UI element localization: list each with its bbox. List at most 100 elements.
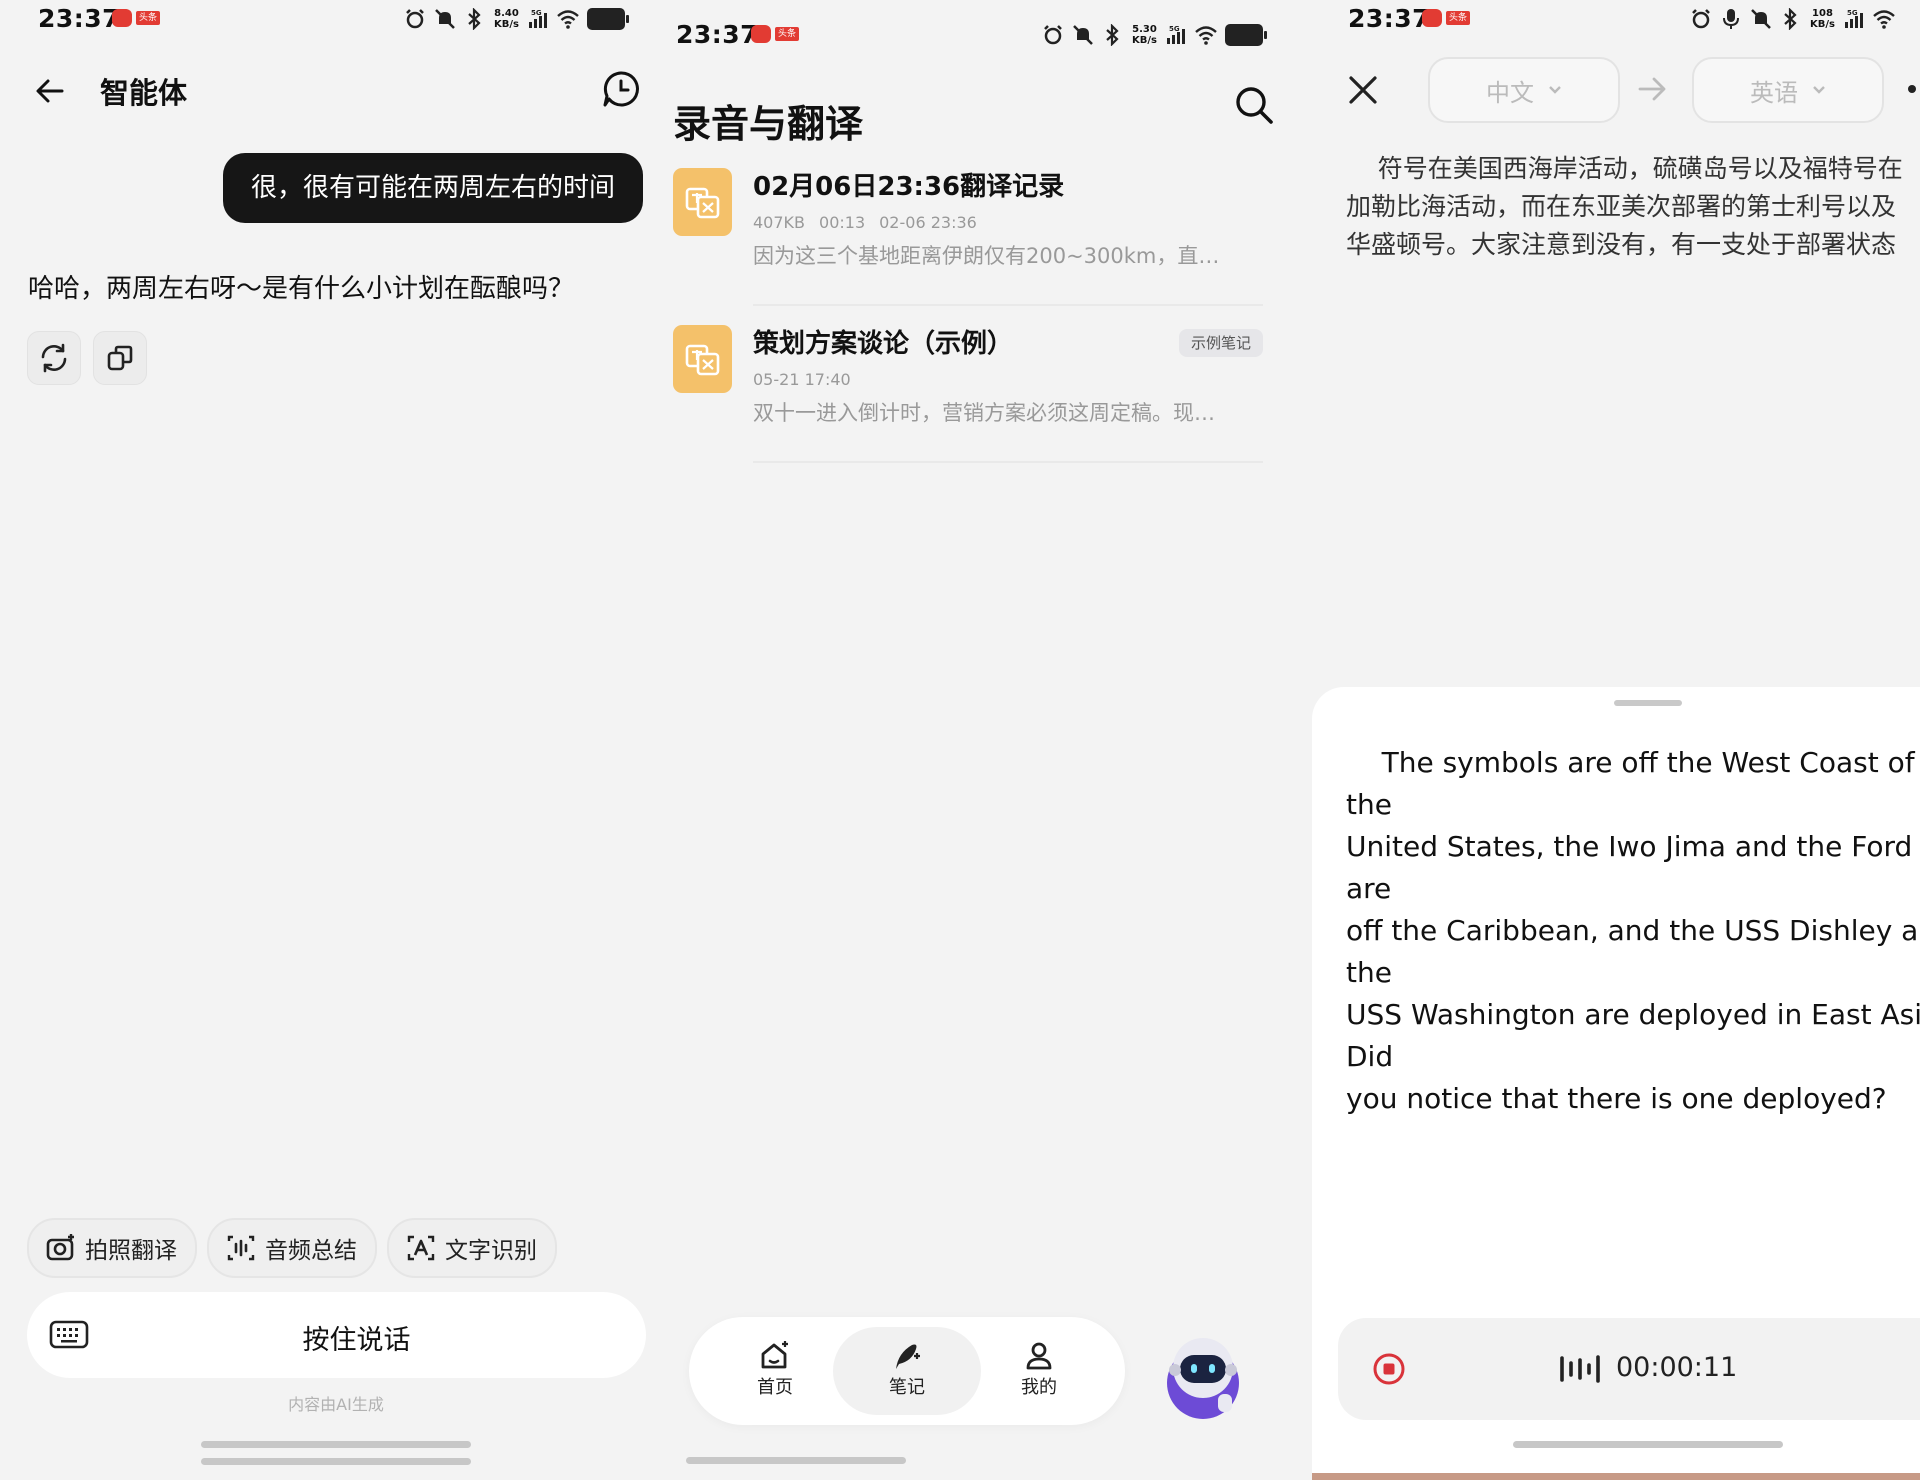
microphone-icon bbox=[1723, 9, 1739, 29]
network-speed: 5.30 KB/s bbox=[1132, 24, 1157, 46]
status-time: 23:37 bbox=[676, 20, 759, 49]
target-language-label: 英语 bbox=[1750, 78, 1798, 107]
record-date: 05-21 17:40 bbox=[753, 370, 851, 389]
quill-icon bbox=[896, 1344, 920, 1369]
source-language-label: 中文 bbox=[1486, 78, 1534, 107]
record-item[interactable]: 策划方案谈论（示例） 示例笔记 05-21 17:40 双十一进入倒计时，营销方… bbox=[673, 307, 1263, 463]
audio-wave-icon bbox=[1560, 1355, 1600, 1383]
source-transcript: 符号在美国西海岸活动，硫磺岛号以及福特号在 加勒比海活动，而在东亚美次部署的第士… bbox=[1346, 154, 1903, 259]
divider bbox=[753, 304, 1263, 306]
close-icon[interactable] bbox=[1346, 73, 1380, 107]
alarm-icon bbox=[1044, 25, 1062, 45]
home-indicator-secondary bbox=[201, 1458, 471, 1465]
user-icon bbox=[1026, 1342, 1052, 1370]
record-snippet: 因为这三个基地距离伊朗仅有200~300km，直… bbox=[753, 244, 1220, 268]
record-snippet: 双十一进入倒计时，营销方案必须这周定稿。现… bbox=[753, 401, 1215, 425]
bot-message: 哈哈，两周左右呀～是有什么小计划在酝酿吗？ bbox=[28, 274, 575, 304]
page-title: 录音与翻译 bbox=[673, 102, 864, 146]
nav-label: 笔记 bbox=[889, 1377, 925, 1398]
record-item[interactable]: 02月06日23:36翻译记录 407KB 00:13 02-06 23:36 因为… bbox=[673, 150, 1263, 306]
agent-chat-screen: 23:37 头条 8.40 KB/s 5G 智能体 很，很有可能在两周左右的时间 … bbox=[0, 0, 659, 1480]
chevron-down-icon bbox=[1813, 86, 1825, 94]
app-notification-icon bbox=[112, 9, 132, 27]
translate-record-icon bbox=[673, 168, 732, 236]
wifi-icon bbox=[1873, 10, 1895, 29]
record-meta: 05-21 17:40 bbox=[753, 370, 865, 389]
record-meta: 407KB 00:13 02-06 23:36 bbox=[753, 213, 991, 232]
page-title: 智能体 bbox=[100, 76, 188, 110]
translation-screen: 23:37 头条 108 KB/s 5G 中文 英语 符号在美国西海岸活动，硫磺岛… bbox=[1312, 0, 1920, 1480]
svg-text:5G: 5G bbox=[1847, 9, 1858, 17]
nav-mine[interactable]: 我的 bbox=[965, 1327, 1113, 1415]
hold-to-talk-button[interactable]: 按住说话 bbox=[27, 1292, 646, 1378]
home-icon bbox=[761, 1341, 788, 1369]
text-scan-icon bbox=[407, 1235, 435, 1261]
status-icons: 8.40 KB/s 5G bbox=[404, 8, 629, 30]
chip-label: 音频总结 bbox=[265, 1238, 357, 1264]
hold-to-talk-label: 按住说话 bbox=[302, 1325, 411, 1356]
translated-text: The symbols are off the West Coast of th… bbox=[1346, 746, 1920, 1115]
screen-edge bbox=[1312, 1473, 1920, 1480]
robot-assistant-avatar[interactable] bbox=[1156, 1328, 1250, 1422]
chip-label: 文字识别 bbox=[445, 1238, 537, 1264]
notification-badges: 头条 bbox=[112, 9, 161, 27]
regenerate-button[interactable] bbox=[27, 331, 81, 385]
home-indicator[interactable] bbox=[1513, 1441, 1783, 1448]
signal-icon: 5G bbox=[1166, 25, 1185, 44]
status-time: 23:37 bbox=[38, 4, 121, 33]
history-icon[interactable] bbox=[602, 70, 640, 108]
copy-button[interactable] bbox=[93, 331, 147, 385]
nav-notes[interactable]: 笔记 bbox=[833, 1327, 981, 1415]
svg-text:5G: 5G bbox=[1169, 25, 1180, 33]
chevron-down-icon bbox=[1549, 86, 1561, 94]
news-tag: 头条 bbox=[1446, 11, 1471, 25]
sheet-grab-handle[interactable] bbox=[1614, 700, 1682, 706]
audio-summary-chip[interactable]: 音频总结 bbox=[207, 1218, 377, 1278]
alarm-icon bbox=[406, 9, 424, 29]
status-bar: 23:37 头条 108 KB/s 5G bbox=[1312, 0, 1920, 44]
back-arrow-icon[interactable] bbox=[34, 75, 66, 107]
network-speed: 108 KB/s bbox=[1810, 8, 1835, 30]
home-indicator[interactable] bbox=[686, 1457, 906, 1464]
search-icon[interactable] bbox=[1233, 84, 1275, 126]
bluetooth-icon bbox=[1784, 8, 1797, 30]
app-notification-icon bbox=[751, 25, 771, 43]
example-note-tag: 示例笔记 bbox=[1178, 329, 1263, 357]
divider bbox=[753, 461, 1263, 463]
svg-text:5G: 5G bbox=[531, 9, 542, 17]
notification-badges: 头条 bbox=[751, 25, 800, 43]
source-language-select[interactable]: 中文 bbox=[1428, 57, 1620, 123]
photo-translate-chip[interactable]: 拍照翻译 bbox=[27, 1218, 197, 1278]
mute-icon bbox=[1751, 9, 1771, 29]
mute-icon bbox=[1073, 25, 1093, 45]
network-speed: 8.40 KB/s bbox=[494, 8, 519, 30]
target-language-select[interactable]: 英语 bbox=[1692, 57, 1884, 123]
recording-controls: 00:00:11 bbox=[1338, 1318, 1920, 1420]
signal-icon: 5G bbox=[1844, 9, 1863, 28]
quick-actions: 拍照翻译 音频总结 文字识别 bbox=[27, 1218, 557, 1278]
copy-icon bbox=[107, 345, 133, 371]
stop-record-icon[interactable] bbox=[1372, 1352, 1406, 1386]
home-indicator[interactable] bbox=[201, 1441, 471, 1448]
status-bar: 23:37 头条 5.30 KB/s 5G bbox=[659, 16, 1312, 60]
more-options-icon[interactable] bbox=[1908, 85, 1916, 93]
nav-label: 首页 bbox=[757, 1377, 793, 1398]
bottom-nav: 首页 笔记 我的 bbox=[689, 1317, 1125, 1425]
record-date: 02-06 23:36 bbox=[879, 213, 977, 232]
audio-wave-icon bbox=[227, 1235, 255, 1261]
news-tag: 头条 bbox=[775, 27, 800, 41]
ai-generated-note: 内容由AI生成 bbox=[288, 1395, 384, 1414]
wifi-icon bbox=[1195, 26, 1217, 45]
user-message-bubble: 很，很有可能在两周左右的时间 bbox=[222, 153, 643, 223]
chip-label: 拍照翻译 bbox=[85, 1238, 177, 1264]
bluetooth-icon bbox=[468, 8, 481, 30]
record-size: 407KB bbox=[753, 213, 806, 232]
translate-record-icon bbox=[673, 325, 732, 393]
text-recognition-chip[interactable]: 文字识别 bbox=[387, 1218, 557, 1278]
arrow-right-icon bbox=[1638, 77, 1666, 101]
nav-label: 我的 bbox=[1021, 1377, 1057, 1398]
news-tag: 头条 bbox=[136, 11, 161, 25]
status-bar: 23:37 头条 8.40 KB/s 5G bbox=[0, 0, 659, 44]
status-icons: 108 KB/s 5G bbox=[1690, 8, 1895, 30]
nav-home[interactable]: 首页 bbox=[701, 1327, 849, 1415]
